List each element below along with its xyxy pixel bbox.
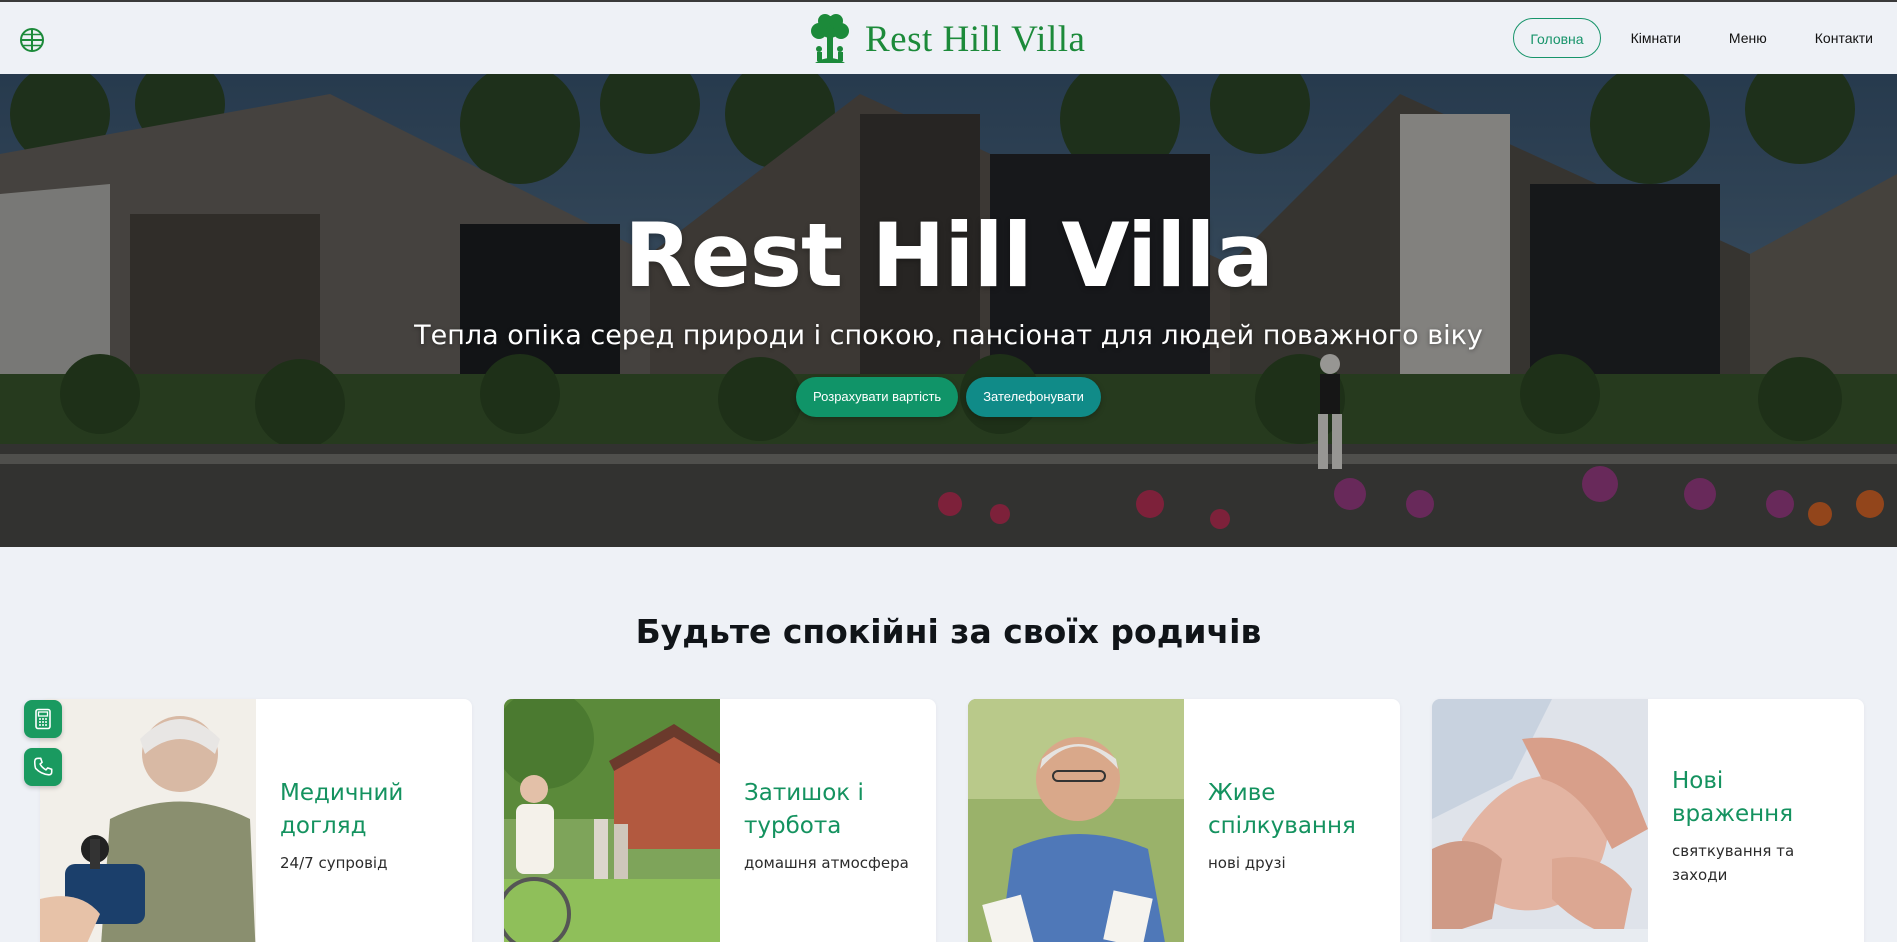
nav-item-contacts[interactable]: Контакти bbox=[1791, 18, 1897, 58]
card-title: Медичний догляд bbox=[280, 779, 404, 839]
language-switcher[interactable] bbox=[16, 24, 48, 56]
card-image-communication bbox=[968, 699, 1184, 942]
calculator-icon bbox=[35, 708, 51, 730]
tree-logo-icon bbox=[811, 14, 849, 63]
feature-card-impressions[interactable]: Нові враження святкування та заходи bbox=[1432, 699, 1864, 942]
card-text: домашня атмосфера bbox=[744, 853, 909, 872]
hero-title: Rest Hill Villa bbox=[624, 204, 1274, 307]
card-text: нові друзі bbox=[1208, 853, 1286, 872]
hero-banner: Rest Hill Villa Тепла опіка серед природ… bbox=[0, 74, 1897, 547]
section-title: Будьте спокійні за своїх родичів bbox=[635, 612, 1262, 651]
floating-calculator-button[interactable] bbox=[24, 700, 62, 738]
card-text: святкування та заходи bbox=[1672, 841, 1795, 884]
nav-item-home[interactable]: Головна bbox=[1513, 18, 1601, 58]
main-nav: Головна Кімнати Меню Контакти bbox=[1513, 18, 1897, 58]
card-image-impressions bbox=[1432, 699, 1648, 942]
feature-cards: Медичний догляд 24/7 супровід Затишок і … bbox=[40, 699, 1866, 942]
hero-subtitle: Тепла опіка серед природи і спокою, панс… bbox=[414, 320, 1483, 351]
feature-card-comfort[interactable]: Затишок і турбота домашня атмосфера bbox=[504, 699, 936, 942]
call-button[interactable]: Зателефонувати bbox=[966, 377, 1101, 417]
feature-card-medical[interactable]: Медичний догляд 24/7 супровід bbox=[40, 699, 472, 942]
site-logo[interactable]: Rest Hill Villa bbox=[805, 10, 1085, 68]
card-image-comfort bbox=[504, 699, 720, 942]
card-title: Нові враження bbox=[1672, 767, 1794, 827]
floating-phone-button[interactable] bbox=[24, 748, 62, 786]
feature-card-communication[interactable]: Живе спілкування нові друзі bbox=[968, 699, 1400, 942]
card-title: Затишок і турбота bbox=[744, 779, 864, 839]
hero-overlay bbox=[0, 74, 1897, 547]
card-title: Живе спілкування bbox=[1208, 779, 1356, 839]
card-image-medical bbox=[40, 699, 256, 942]
nav-item-rooms[interactable]: Кімнати bbox=[1607, 18, 1705, 58]
card-text: 24/7 супровід bbox=[280, 853, 388, 872]
site-header: Rest Hill Villa Головна Кімнати Меню Кон… bbox=[0, 2, 1897, 74]
calculate-cost-button[interactable]: Розрахувати вартість bbox=[796, 377, 959, 417]
logo-text: Rest Hill Villa bbox=[865, 18, 1086, 60]
globe-icon bbox=[20, 28, 44, 52]
phone-icon bbox=[33, 757, 53, 776]
nav-item-menu[interactable]: Меню bbox=[1705, 18, 1791, 58]
hero-button-group: Розрахувати вартість Зателефонувати bbox=[0, 377, 1897, 417]
